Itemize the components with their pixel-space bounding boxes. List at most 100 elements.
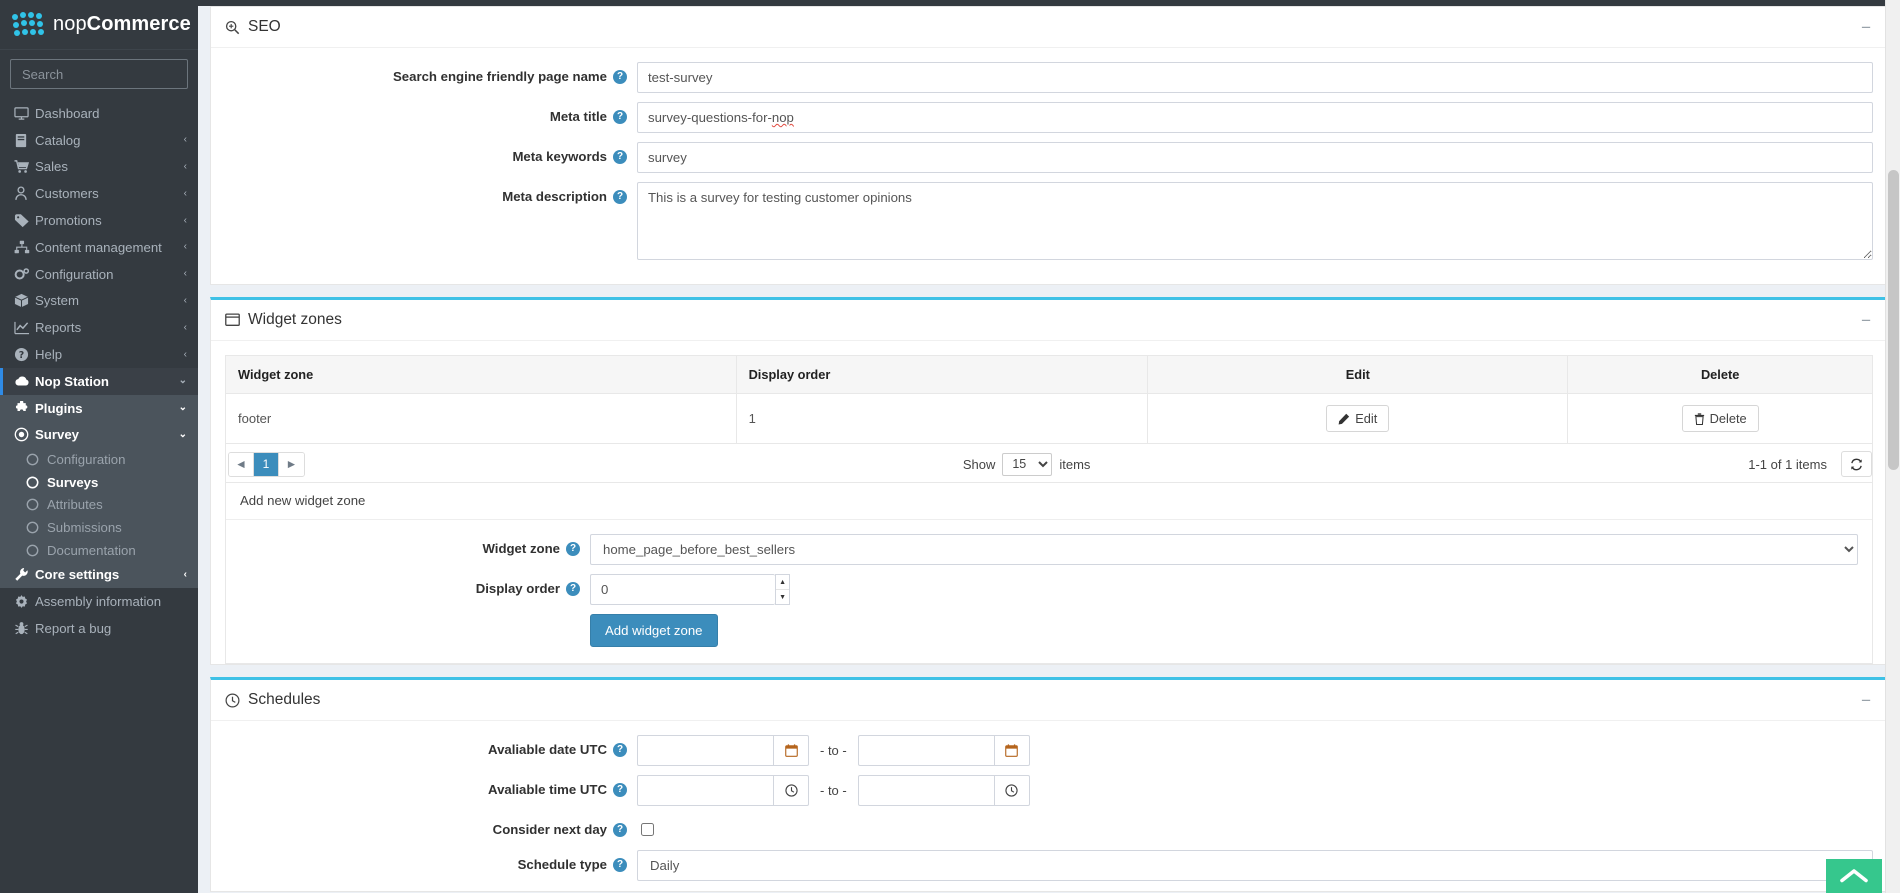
seo-page-name-input[interactable] xyxy=(637,62,1873,93)
sidebar-item-label: Catalog xyxy=(35,132,81,148)
sidebar-item-assembly-information[interactable]: Assembly information xyxy=(0,588,198,615)
consider-next-day-checkbox[interactable] xyxy=(641,823,654,836)
calendar-icon[interactable] xyxy=(774,735,809,766)
label-text: Avaliable date UTC xyxy=(488,742,607,757)
sidebar-item-configuration[interactable]: Configuration ‹ xyxy=(0,261,198,288)
chevron-left-icon: ‹ xyxy=(183,241,187,253)
label-text: Search engine friendly page name xyxy=(392,69,607,84)
form-submit-control: Add widget zone xyxy=(590,614,1858,647)
sidebar-item-promotions[interactable]: Promotions ‹ xyxy=(0,207,198,234)
circle-icon xyxy=(26,453,47,466)
search-box[interactable] xyxy=(10,59,198,89)
search-input[interactable] xyxy=(20,65,198,83)
collapse-icon[interactable]: − xyxy=(1859,692,1873,709)
help-icon[interactable]: ? xyxy=(566,541,580,556)
schedule-type-control: DailyWeeklyMonthlyYearly xyxy=(637,850,1873,881)
page-size-select[interactable]: 152550100 xyxy=(1002,452,1053,476)
help-icon[interactable]: ? xyxy=(613,742,627,757)
stepper-down-icon[interactable]: ▼ xyxy=(776,590,789,604)
brand-header[interactable]: nopCommerce xyxy=(0,0,198,50)
seo-panel: SEO − Search engine friendly page name ?… xyxy=(210,6,1888,285)
sidebar-item-sales[interactable]: Sales ‹ xyxy=(0,154,198,181)
sidebar-item-plugins[interactable]: Plugins ⌄ xyxy=(0,394,198,422)
pagination-page-1[interactable]: 1 xyxy=(254,452,279,476)
delete-button[interactable]: Delete xyxy=(1681,405,1759,432)
seo-meta-keywords-input[interactable] xyxy=(637,142,1873,173)
sidebar-item-content-management[interactable]: Content management ‹ xyxy=(0,234,198,261)
scrollbar-thumb[interactable] xyxy=(1888,170,1899,470)
scroll-to-top-button[interactable] xyxy=(1826,859,1882,893)
help-icon[interactable]: ? xyxy=(566,581,580,596)
time-from-input[interactable] xyxy=(637,775,775,806)
date-from-input[interactable] xyxy=(637,735,775,766)
clock-icon xyxy=(225,693,240,708)
label-text: Schedule type xyxy=(517,857,607,872)
sidebar-item-report-a-bug[interactable]: Report a bug xyxy=(0,615,198,642)
pagination: ◄ 1 ► xyxy=(228,451,305,477)
seo-meta-description-textarea[interactable]: This is a survey for testing customer op… xyxy=(637,182,1873,260)
add-new-widget-zone-header[interactable]: Add new widget zone xyxy=(226,482,1872,520)
help-icon[interactable]: ? xyxy=(613,189,627,204)
clock-icon[interactable] xyxy=(774,775,809,806)
pagination-prev[interactable]: ◄ xyxy=(229,452,254,476)
column-header-display-order[interactable]: Display order xyxy=(735,355,1149,394)
help-icon[interactable]: ? xyxy=(613,782,627,797)
refresh-button[interactable] xyxy=(1840,451,1872,477)
sidebar-item-dashboard[interactable]: Dashboard xyxy=(0,100,198,127)
gear-icon xyxy=(14,594,35,609)
sidebar-subitem-documentation[interactable]: Documentation xyxy=(0,538,198,562)
chevron-up-icon xyxy=(1840,869,1868,883)
help-icon[interactable]: ? xyxy=(613,822,627,837)
trash-icon xyxy=(1694,412,1704,425)
date-to-input[interactable] xyxy=(857,735,995,766)
pagination-total-info: 1-1 of 1 items xyxy=(1748,456,1827,472)
sidebar-item-nop-station[interactable]: Nop Station ⌄ xyxy=(0,367,198,395)
sidebar-item-reports[interactable]: Reports ‹ xyxy=(0,314,198,341)
sidebar-item-label: Content management xyxy=(35,239,162,255)
seo-meta-title-input[interactable]: survey-questions-for-nop xyxy=(637,102,1873,133)
label-text: Avaliable time UTC xyxy=(488,782,607,797)
date-range-separator: - to - xyxy=(820,743,847,758)
form-submit-row: Add widget zone xyxy=(240,614,1858,647)
sidebar-item-customers[interactable]: Customers ‹ xyxy=(0,180,198,207)
collapse-icon[interactable]: − xyxy=(1859,19,1873,36)
page-scrollbar[interactable] xyxy=(1885,0,1900,893)
add-widget-zone-button[interactable]: Add widget zone xyxy=(590,614,718,647)
pagination-next[interactable]: ► xyxy=(279,452,304,476)
help-icon[interactable]: ? xyxy=(613,69,627,84)
column-header-widget-zone[interactable]: Widget zone xyxy=(225,355,737,394)
circle-icon xyxy=(26,476,47,489)
sidebar-item-label: System xyxy=(35,293,79,309)
sidebar-subitem-submissions[interactable]: Submissions xyxy=(0,516,198,539)
page-size-selector: Show 152550100 items xyxy=(963,452,1090,476)
seo-meta-description-control: This is a survey for testing customer op… xyxy=(637,182,1873,265)
edit-button[interactable]: Edit xyxy=(1326,405,1390,432)
calendar-icon[interactable] xyxy=(994,735,1030,766)
seo-meta-keywords-label: Meta keywords ? xyxy=(225,142,637,164)
help-icon[interactable]: ? xyxy=(613,149,627,164)
sidebar-item-catalog[interactable]: Catalog ‹ xyxy=(0,127,198,154)
sidebar-item-core-settings[interactable]: Core settings ‹ xyxy=(0,561,198,589)
help-icon[interactable]: ? xyxy=(613,857,627,872)
delete-button-label: Delete xyxy=(1709,411,1747,426)
sidebar-subitem-attributes[interactable]: Attributes xyxy=(0,493,198,517)
sidebar-subitem-surveys[interactable]: Surveys xyxy=(0,470,198,494)
schedule-type-select[interactable]: DailyWeeklyMonthlyYearly xyxy=(637,850,1873,881)
widget-zone-select[interactable]: home_page_before_best_sellers footerhome… xyxy=(590,534,1858,565)
sidebar-subitem-configuration[interactable]: Configuration xyxy=(0,448,198,471)
sidebar-item-survey[interactable]: Survey ⌄ xyxy=(0,421,198,449)
consider-next-day-label: Consider next day ? xyxy=(225,815,637,837)
question-circle-icon: ? xyxy=(14,347,35,362)
sidebar-item-system[interactable]: System ‹ xyxy=(0,288,198,315)
help-icon[interactable]: ? xyxy=(613,109,627,124)
time-to-input[interactable] xyxy=(857,775,995,806)
cube-icon xyxy=(14,293,35,308)
sidebar-item-help[interactable]: ? Help ‹ xyxy=(0,341,198,368)
collapse-icon[interactable]: − xyxy=(1859,312,1873,329)
schedule-time-label: Avaliable time UTC ? xyxy=(225,775,637,797)
display-order-input[interactable] xyxy=(590,574,776,605)
stepper-up-icon[interactable]: ▲ xyxy=(776,575,789,590)
schedules-title: Schedules xyxy=(248,691,321,708)
clock-icon[interactable] xyxy=(994,775,1030,806)
svg-text:?: ? xyxy=(19,350,24,361)
